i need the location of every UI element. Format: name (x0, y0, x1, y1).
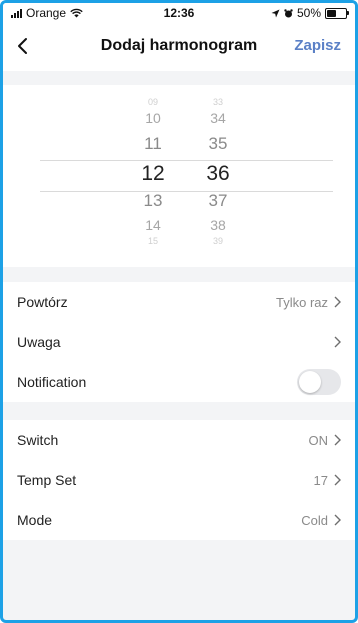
minute-option[interactable]: 34 (198, 110, 238, 126)
temp-set-value: 17 (313, 472, 328, 488)
chevron-right-icon (334, 296, 341, 308)
minute-option[interactable]: 39 (198, 236, 238, 246)
mode-label: Mode (17, 512, 53, 528)
battery-fill (327, 9, 336, 17)
switch-value: ON (308, 432, 329, 448)
hour-option[interactable]: 14 (133, 217, 173, 233)
picker-selection-top-line (40, 160, 333, 161)
minute-wheel[interactable]: 33 34 35 36 37 38 39 (198, 85, 238, 267)
chevron-right-icon (334, 514, 341, 526)
hour-wheel[interactable]: 09 10 11 12 13 14 15 (133, 85, 173, 267)
repeat-value: Tylko raz (275, 294, 328, 310)
hour-option[interactable]: 12 (133, 162, 173, 186)
temp-set-row[interactable]: Temp Set 17 (3, 460, 355, 500)
save-button[interactable]: Zapisz (294, 37, 341, 54)
time-picker[interactable]: 09 10 11 12 13 14 15 33 34 35 36 37 38 39 (3, 85, 355, 267)
notification-toggle[interactable] (297, 369, 341, 395)
status-bar: Orange 12:36 50% (3, 3, 355, 23)
notification-row: Notification (3, 362, 355, 402)
hour-option[interactable]: 09 (133, 97, 173, 107)
minute-option[interactable]: 37 (198, 191, 238, 211)
note-row[interactable]: Uwaga (3, 322, 355, 362)
location-icon (271, 9, 280, 17)
notification-label: Notification (17, 374, 87, 390)
status-right: 50% (271, 6, 349, 20)
hour-option[interactable]: 10 (133, 110, 173, 126)
chevron-right-icon (334, 336, 341, 348)
schedule-settings: Powtórz Tylko raz Uwaga Notification (3, 282, 355, 402)
switch-label: Switch (17, 432, 59, 448)
switch-row[interactable]: Switch ON (3, 420, 355, 460)
nav-bar: Dodaj harmonogram Zapisz (3, 23, 355, 71)
minute-option[interactable]: 33 (198, 97, 238, 107)
mode-value: Cold (301, 512, 328, 528)
device-settings: Switch ON Temp Set 17 Mode Cold (3, 420, 355, 540)
chevron-right-icon (334, 434, 341, 446)
note-label: Uwaga (17, 334, 61, 350)
minute-option[interactable]: 36 (198, 162, 238, 186)
app-frame: Orange 12:36 50% Dodaj harmonogram Zapis… (0, 0, 358, 623)
temp-set-label: Temp Set (17, 472, 77, 488)
picker-selection-bottom-line (40, 191, 333, 192)
minute-option[interactable]: 38 (198, 217, 238, 233)
hour-option[interactable]: 11 (133, 134, 173, 154)
toggle-knob (299, 371, 321, 393)
hour-option[interactable]: 15 (133, 236, 173, 246)
repeat-row[interactable]: Powtórz Tylko raz (3, 282, 355, 322)
battery-percent: 50% (296, 6, 321, 20)
battery-icon (325, 7, 349, 19)
alarm-icon (284, 8, 293, 17)
repeat-label: Powtórz (17, 294, 68, 310)
hour-option[interactable]: 13 (133, 191, 173, 211)
minute-option[interactable]: 35 (198, 134, 238, 154)
mode-row[interactable]: Mode Cold (3, 500, 355, 540)
chevron-right-icon (334, 474, 341, 486)
